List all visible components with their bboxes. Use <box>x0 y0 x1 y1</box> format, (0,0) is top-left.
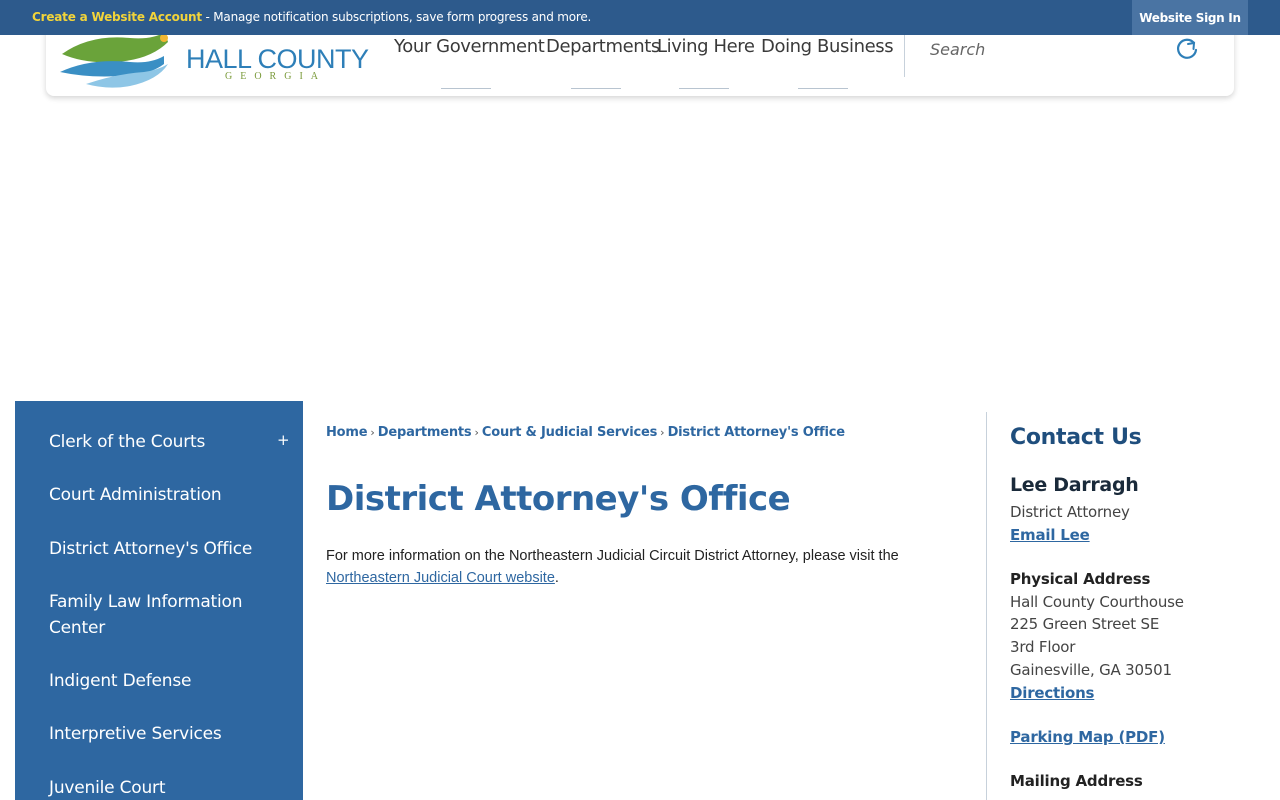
search-button[interactable] <box>1174 37 1200 63</box>
nav-your-government[interactable]: Your Government <box>394 36 545 57</box>
nav-underline <box>798 88 848 89</box>
contact-us-panel: Contact Us Lee Darragh District Attorney… <box>1010 425 1270 790</box>
address-line: 3rd Floor <box>1010 638 1076 656</box>
northeastern-judicial-court-link[interactable]: Northeastern Judicial Court website <box>326 570 555 586</box>
body-text-prefix: For more information on the Northeastern… <box>326 548 899 564</box>
address-line: 225 Green Street SE <box>1010 615 1160 633</box>
website-sign-in-button[interactable]: Website Sign In <box>1132 0 1248 35</box>
sidebar-item-clerk-of-the-courts[interactable]: Clerk of the Courts <box>49 429 269 455</box>
sidebar-item-court-administration[interactable]: Court Administration <box>49 482 269 508</box>
contact-role: District Attorney <box>1010 503 1130 521</box>
address-line: Hall County Courthouse <box>1010 593 1184 611</box>
sidebar-item-indigent-defense[interactable]: Indigent Defense <box>49 668 269 694</box>
breadcrumb-district-attorneys-office[interactable]: District Attorney's Office <box>668 425 845 440</box>
physical-address-heading: Physical Address <box>1010 570 1151 588</box>
email-contact-link[interactable]: Email Lee <box>1010 526 1090 544</box>
parking-map-link[interactable]: Parking Map (PDF) <box>1010 728 1165 746</box>
sidebar-item-juvenile-court[interactable]: Juvenile Court <box>49 775 269 800</box>
notification-bar: Create a Website Account - Manage notifi… <box>0 0 1280 35</box>
nav-living-here[interactable]: Living Here <box>657 36 755 57</box>
body-text-suffix: . <box>554 570 559 586</box>
breadcrumb: Home › Departments › Court & Judicial Servic… <box>326 425 845 440</box>
sidebar-item-family-law-information-center[interactable]: Family Law Information Center <box>49 589 269 641</box>
nav-underline <box>571 88 621 89</box>
create-account-link[interactable]: Create a Website Account <box>32 10 202 24</box>
address-line: Gainesville, GA 30501 <box>1010 661 1172 679</box>
expand-toggle-icon[interactable]: + <box>277 431 290 449</box>
nav-underline <box>441 88 491 89</box>
breadcrumb-home[interactable]: Home <box>326 425 368 440</box>
nav-underline <box>679 88 729 89</box>
breadcrumb-court-judicial-services[interactable]: Court & Judicial Services <box>482 425 657 440</box>
breadcrumb-departments[interactable]: Departments <box>378 425 472 440</box>
search-icon <box>1176 38 1198 59</box>
search-input[interactable] <box>930 38 1160 60</box>
page-body-text: For more information on the Northeastern… <box>326 545 926 589</box>
hall-county-logo[interactable]: HALL COUNTY GEORGIA <box>60 32 390 90</box>
breadcrumb-separator: › <box>370 426 375 439</box>
breadcrumb-separator: › <box>660 426 665 439</box>
sidebar-item-district-attorneys-office[interactable]: District Attorney's Office <box>49 536 269 562</box>
column-divider <box>986 412 987 800</box>
mailing-address-heading: Mailing Address <box>1010 772 1143 790</box>
logo-mark-icon <box>60 32 168 88</box>
logo-subtitle: GEORGIA <box>225 71 326 82</box>
directions-link[interactable]: Directions <box>1010 684 1094 702</box>
section-sidebar: Clerk of the Courts + Court Administrati… <box>15 401 303 800</box>
page-title: District Attorney's Office <box>326 479 791 519</box>
sidebar-item-interpretive-services[interactable]: Interpretive Services <box>49 721 269 747</box>
notification-text: Create a Website Account - Manage notifi… <box>32 10 591 24</box>
notification-message: - Manage notification subscriptions, sav… <box>201 10 592 24</box>
contact-us-heading: Contact Us <box>1010 425 1142 450</box>
breadcrumb-separator: › <box>474 426 479 439</box>
nav-departments[interactable]: Departments <box>546 36 660 57</box>
nav-doing-business[interactable]: Doing Business <box>761 36 894 57</box>
contact-name: Lee Darragh <box>1010 474 1139 496</box>
